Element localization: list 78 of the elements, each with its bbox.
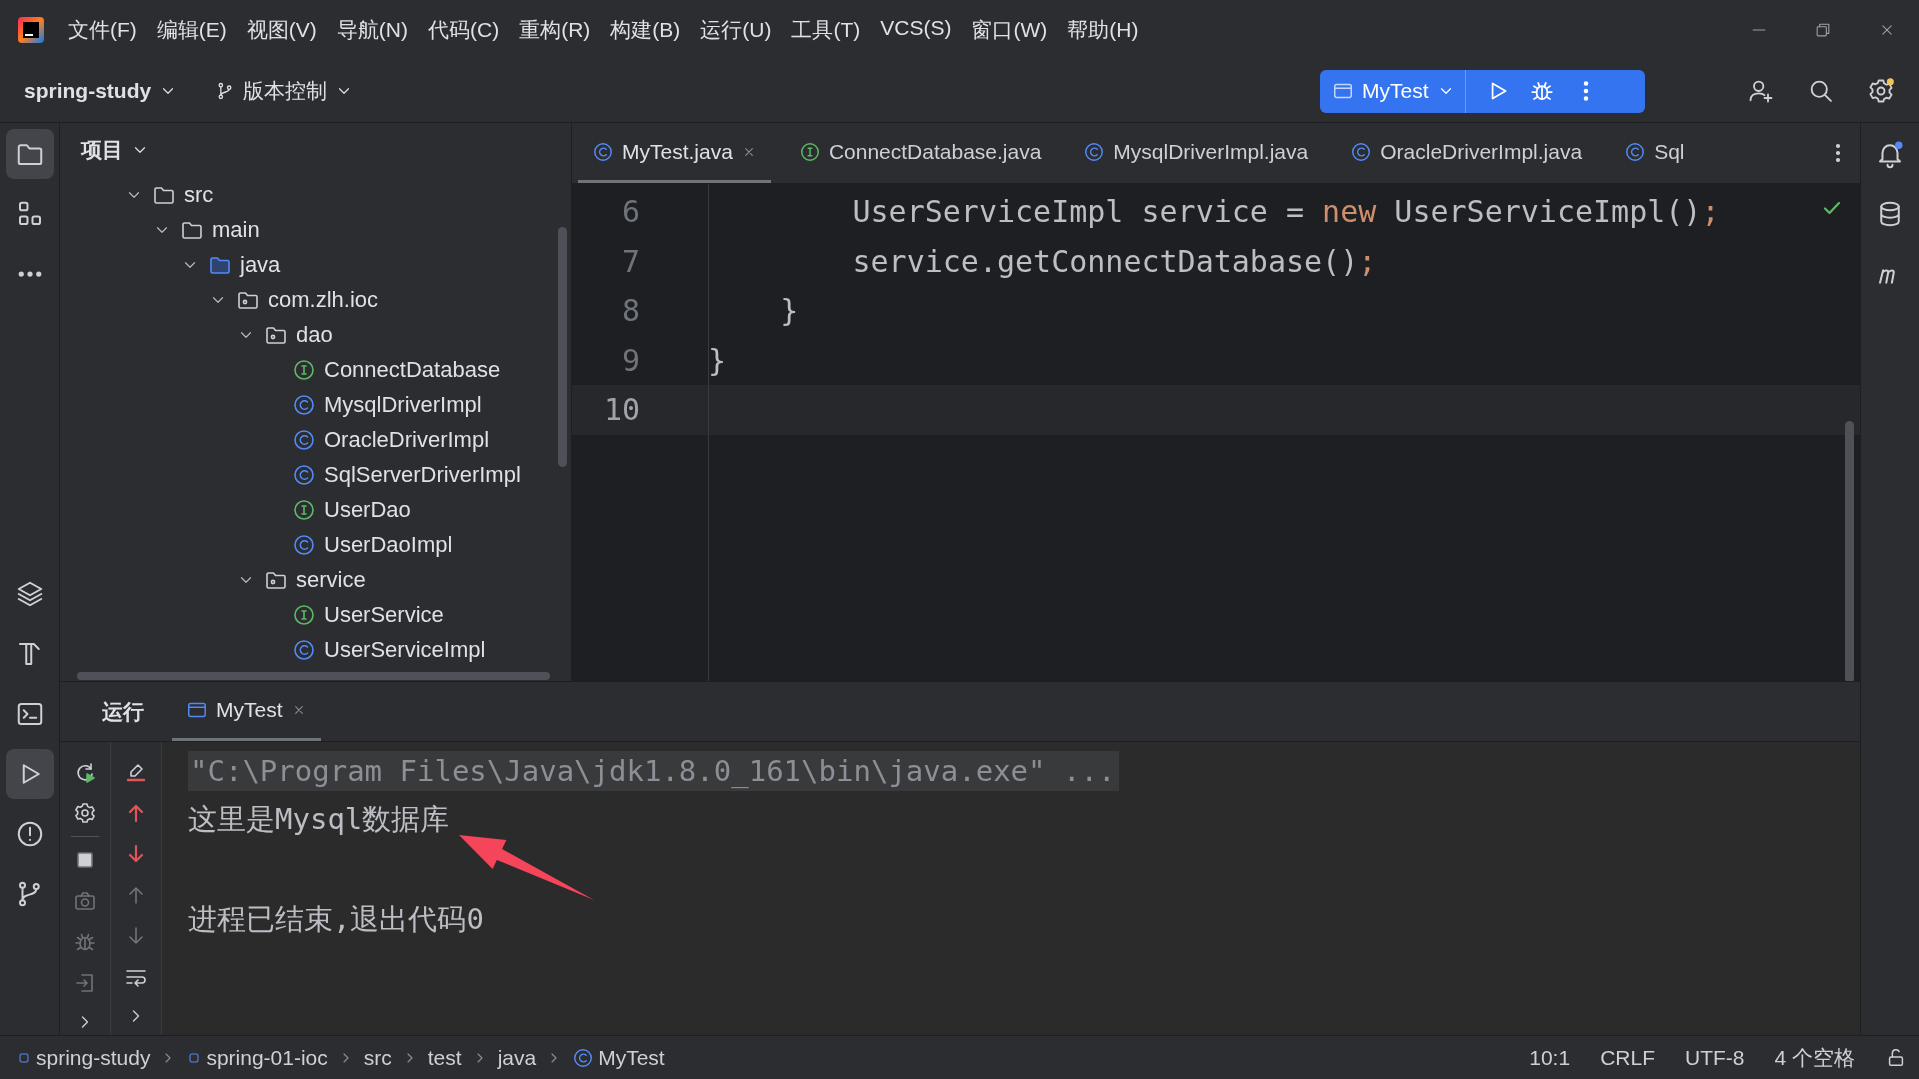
- class-icon: [1350, 140, 1373, 163]
- scrollbar[interactable]: [1845, 421, 1854, 681]
- editor-tab[interactable]: MysqlDriverImpl.java: [1069, 123, 1323, 183]
- menu-item[interactable]: 运行(U): [692, 10, 780, 50]
- menu-item[interactable]: 构建(B): [602, 10, 689, 50]
- line-number: 10: [602, 392, 640, 428]
- line-number: 8: [620, 293, 640, 329]
- menu-item[interactable]: 帮助(H): [1059, 10, 1147, 50]
- code-line: }: [779, 293, 799, 329]
- project-dropdown[interactable]: spring-study: [18, 73, 184, 109]
- panel-title: 运行: [102, 698, 144, 725]
- status-item[interactable]: CRLF: [1600, 1045, 1655, 1070]
- menu-item[interactable]: 工具(T): [783, 10, 869, 50]
- console-line: 进程已结束,退出代码0: [188, 900, 484, 938]
- tree-item[interactable]: UserService: [324, 601, 444, 628]
- run-config-dropdown[interactable]: MyTest: [1328, 69, 1466, 113]
- code-line: UserServiceImpl service = new UserServiceImpl();: [851, 194, 1720, 230]
- menu-item[interactable]: 重构(R): [511, 10, 599, 50]
- status-item[interactable]: 10:1: [1529, 1045, 1571, 1070]
- app-logo-icon[interactable]: [18, 17, 44, 43]
- breadcrumb[interactable]: spring-study: [16, 1045, 151, 1070]
- editor-tab[interactable]: OracleDriverImpl.java: [1336, 123, 1597, 183]
- settings-icon[interactable]: [73, 801, 97, 825]
- editor-tab[interactable]: MyTest.java: [578, 123, 771, 183]
- tree-item[interactable]: com.zlh.ioc: [268, 286, 379, 313]
- class-icon: [292, 427, 316, 452]
- menu-item[interactable]: 编辑(E): [148, 10, 235, 50]
- code-line: service.getConnectDatabase();: [851, 243, 1377, 279]
- project-view-dropdown[interactable]: 项目: [81, 136, 149, 164]
- line-number: 6: [620, 194, 640, 230]
- breadcrumb[interactable]: java: [497, 1045, 537, 1070]
- class-icon: [592, 140, 614, 163]
- menu-item[interactable]: 窗口(W): [963, 10, 1056, 50]
- class-icon: [292, 532, 316, 557]
- tree-item[interactable]: java: [240, 251, 281, 278]
- interface-icon: [292, 357, 316, 382]
- editor-tab[interactable]: ConnectDatabase.java: [784, 123, 1056, 183]
- tree-item[interactable]: SqlServerDriverImpl: [324, 461, 521, 488]
- class-icon: [292, 637, 316, 662]
- breadcrumb[interactable]: src: [363, 1045, 392, 1070]
- vcs-dropdown[interactable]: 版本控制: [209, 71, 360, 111]
- tree-item[interactable]: UserDao: [324, 496, 411, 523]
- line-number: 7: [620, 243, 640, 279]
- class-icon: [1624, 140, 1647, 163]
- tree-item[interactable]: main: [212, 216, 260, 243]
- menu-item[interactable]: 代码(C): [420, 10, 508, 50]
- breadcrumb[interactable]: test: [427, 1045, 462, 1070]
- tree-item[interactable]: service: [296, 566, 366, 593]
- class-icon: [292, 392, 316, 417]
- breadcrumb[interactable]: MyTest: [572, 1045, 665, 1070]
- class-icon: [572, 1046, 595, 1069]
- tree-item[interactable]: dao: [296, 321, 333, 348]
- interface-icon: [292, 602, 316, 627]
- tree-item[interactable]: ConnectDatabase: [324, 356, 501, 383]
- menu-item[interactable]: 视图(V): [238, 10, 325, 50]
- code-line: }: [708, 342, 727, 378]
- line-number: 9: [620, 342, 640, 378]
- tree-item[interactable]: UserServiceImpl: [324, 636, 486, 663]
- console-line: 这里是Mysql数据库: [188, 800, 450, 838]
- menu-item[interactable]: 导航(N): [328, 10, 416, 50]
- tree-item[interactable]: src: [184, 181, 214, 208]
- scrollbar[interactable]: [77, 672, 550, 680]
- settings-icon[interactable]: [1867, 77, 1895, 105]
- tree-item[interactable]: MysqlDriverImpl: [324, 391, 482, 418]
- breadcrumb[interactable]: spring-01-ioc: [186, 1045, 328, 1070]
- editor-tab[interactable]: Sql: [1610, 123, 1699, 183]
- tree-item[interactable]: OracleDriverImpl: [324, 426, 490, 453]
- status-item[interactable]: 4 个空格: [1774, 1043, 1855, 1072]
- menu-item[interactable]: VCS(S): [872, 10, 960, 50]
- scrollbar[interactable]: [558, 227, 567, 467]
- camera-icon[interactable]: [73, 889, 97, 913]
- interface-icon: [292, 497, 316, 522]
- status-item[interactable]: UTF-8: [1685, 1045, 1745, 1070]
- interface-icon: [798, 140, 821, 163]
- tree-item[interactable]: UserDaoImpl: [324, 531, 453, 558]
- class-icon: [1083, 140, 1106, 163]
- class-icon: [292, 462, 316, 487]
- menu-item[interactable]: 文件(F): [60, 10, 145, 50]
